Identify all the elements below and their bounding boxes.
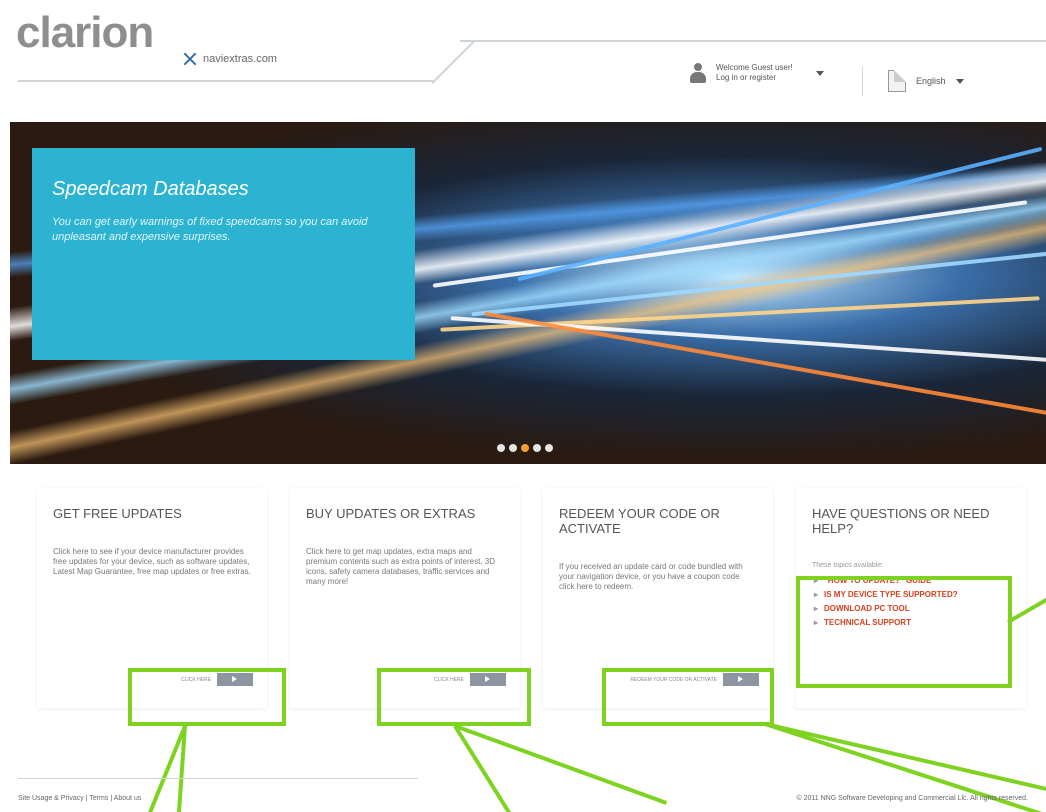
header-divider-slant [431,40,476,84]
banner-title: Speedcam Databases [52,178,249,200]
language-selector[interactable]: English [888,70,964,92]
light-streak [432,200,1028,288]
banner-text: You can get early warnings of fixed spee… [52,216,368,243]
banner-caption-card[interactable]: Speedcam Databases You can get early war… [32,148,415,360]
user-menu[interactable]: Welcome Guest user! Log in or register [688,62,824,84]
carousel-dot[interactable] [533,444,541,452]
panel-text: If you received an update card or code b… [559,562,743,591]
user-greeting[interactable]: Welcome Guest user! Log in or register [716,63,808,83]
naviextras-x-icon [183,52,197,66]
light-streak [484,311,1046,417]
carousel-dot-active[interactable] [521,444,529,452]
panel-title: REDEEM YOUR CODE OR ACTIVATE [559,506,720,536]
header-divider-top [460,40,1046,42]
clarion-logo[interactable]: clarion [16,8,154,58]
light-streak [440,296,1040,332]
light-streak [471,251,1046,317]
annotation-line [454,724,668,805]
footer-divider [18,778,418,779]
highlight-free-updates-button [128,668,286,726]
hero-banner[interactable]: Speedcam Databases You can get early war… [10,122,1046,464]
carousel-dot[interactable] [497,444,505,452]
highlight-help-links [796,576,1012,688]
user-menu-chevron-down-icon[interactable] [816,70,824,76]
carousel-dot[interactable] [545,444,553,452]
carousel-dots [497,444,553,452]
panel-title: HAVE QUESTIONS OR NEED HELP? [812,506,990,536]
panel-title: BUY UPDATES OR EXTRAS [306,506,476,521]
language-chevron-down-icon[interactable] [955,78,964,84]
carousel-dot[interactable] [509,444,517,452]
panel-text: Click here to see if your device manufac… [53,547,251,576]
language-document-icon [888,70,906,92]
panel-text: Click here to get map updates, extra map… [306,547,495,586]
help-note: These topics available: [812,562,884,569]
page: clarion naviextras.com Welcome Guest use… [0,0,1046,812]
highlight-buy-updates-button [377,668,531,726]
footer-copyright: © 2011 NNG Software Developing and Comme… [796,795,1028,802]
naviextras-logo[interactable]: naviextras.com [183,52,277,66]
header-separator [862,66,863,96]
annotation-line [764,722,1046,793]
header-divider-left [18,80,433,82]
footer-links[interactable]: Site Usage & Privacy | Terms | About us [18,795,141,802]
naviextras-logo-text: naviextras.com [203,53,277,65]
panel-title: GET FREE UPDATES [53,506,182,521]
highlight-redeem-button [602,668,774,726]
user-icon [688,62,708,84]
language-label: English [916,76,946,86]
